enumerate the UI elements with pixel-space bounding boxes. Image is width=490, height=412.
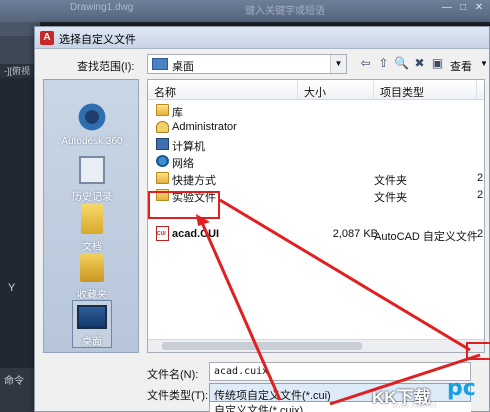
place-label: 历史记录 bbox=[72, 192, 112, 203]
place-label: 文档 bbox=[82, 242, 102, 253]
file-name: 快捷方式 bbox=[172, 175, 216, 187]
favorites-icon bbox=[80, 254, 104, 282]
file-type-dropdown[interactable]: 传统项自定义文件(*.cui) bbox=[209, 383, 471, 402]
file-date: 2 bbox=[477, 172, 484, 184]
back-icon[interactable]: ⇦ bbox=[357, 55, 374, 72]
computer-icon bbox=[156, 138, 169, 150]
file-name: acad.CUI bbox=[172, 228, 220, 240]
app-title-bar: Drawing1.dwg 键入关键字或短语 — □ ✕ bbox=[0, 0, 490, 22]
column-header-date[interactable] bbox=[477, 80, 484, 100]
annotation-corner-box bbox=[466, 342, 490, 360]
place-documents[interactable]: 文档 bbox=[44, 204, 140, 253]
file-type: AutoCAD 自定义文件 bbox=[374, 231, 478, 243]
place-history[interactable]: 历史记录 bbox=[44, 156, 140, 203]
place-desktop[interactable]: 桌面 bbox=[72, 300, 112, 348]
cui-file-icon bbox=[156, 226, 169, 241]
network-icon bbox=[156, 155, 169, 167]
dialog-title-bar: A 选择自定义文件 bbox=[35, 27, 489, 49]
file-row-acad-cui[interactable]: acad.CUI 2,087 KB AutoCAD 自定义文件 2 bbox=[148, 226, 484, 243]
file-name-input[interactable]: acad.cuix bbox=[209, 362, 471, 381]
file-name: Administrator bbox=[172, 121, 237, 133]
dialog-title: 选择自定义文件 bbox=[59, 34, 136, 46]
documents-icon bbox=[81, 204, 103, 234]
maximize-icon[interactable]: □ bbox=[456, 2, 470, 14]
file-date: 2 bbox=[477, 189, 484, 201]
up-folder-icon[interactable]: ⇧ bbox=[375, 55, 392, 72]
scrollbar-thumb[interactable] bbox=[162, 342, 362, 350]
column-header-size[interactable]: 大小 bbox=[298, 80, 374, 100]
search-web-icon[interactable]: 🔍 bbox=[393, 55, 410, 72]
place-label: 收藏夹 bbox=[77, 290, 107, 301]
delete-icon[interactable]: ✖ bbox=[411, 55, 428, 72]
file-type-label: 文件类型(T): bbox=[147, 390, 209, 402]
look-in-value: 桌面 bbox=[172, 61, 194, 73]
desktop-folder-icon bbox=[152, 58, 168, 70]
places-bar: Autodesk 360 历史记录 文档 收藏夹 桌面 bbox=[43, 79, 139, 353]
history-icon bbox=[79, 156, 105, 184]
file-date: 2 bbox=[477, 228, 484, 240]
file-row-library[interactable]: 库 bbox=[148, 102, 484, 119]
close-icon[interactable]: ✕ bbox=[472, 2, 486, 14]
select-custom-file-dialog: A 选择自定义文件 查找范围(I): 桌面 ▼ ⇦ ⇧ 🔍 ✖ ▣ 查看 ▼ A… bbox=[34, 26, 490, 412]
place-autodesk-360[interactable]: Autodesk 360 bbox=[44, 102, 140, 147]
file-row-network[interactable]: 网络 bbox=[148, 153, 484, 170]
y-axis-label: Y bbox=[8, 282, 16, 294]
cloud-icon bbox=[75, 102, 109, 132]
column-header-type[interactable]: 项目类型 bbox=[374, 80, 477, 100]
annotation-highlight-box bbox=[148, 191, 220, 219]
file-name: 库 bbox=[172, 107, 183, 119]
watermark-url: www.kkx.net bbox=[392, 401, 437, 410]
new-folder-icon[interactable]: ▣ bbox=[429, 55, 446, 72]
app-title: Drawing1.dwg bbox=[70, 2, 134, 13]
chevron-down-icon[interactable]: ▼ bbox=[330, 55, 346, 73]
file-type: 文件夹 bbox=[374, 175, 407, 187]
file-row-administrator[interactable]: Administrator bbox=[148, 119, 484, 136]
horizontal-scrollbar[interactable] bbox=[148, 339, 484, 352]
place-label: 桌面 bbox=[82, 337, 102, 348]
look-in-dropdown[interactable]: 桌面 ▼ bbox=[147, 54, 347, 74]
place-label: Autodesk 360 bbox=[61, 136, 123, 147]
desktop-icon bbox=[77, 305, 107, 329]
minimize-icon[interactable]: — bbox=[440, 2, 454, 14]
autocad-icon: A bbox=[40, 31, 54, 45]
column-header-name[interactable]: 名称 bbox=[148, 80, 298, 100]
command-label: 命令 bbox=[4, 376, 24, 387]
folder-icon bbox=[156, 172, 169, 184]
file-type: 文件夹 bbox=[374, 192, 407, 204]
user-folder-icon bbox=[156, 121, 169, 133]
view-chevron-down-icon[interactable]: ▼ bbox=[480, 59, 488, 68]
file-row-shortcuts[interactable]: 快捷方式 文件夹 2 bbox=[148, 170, 484, 187]
place-favorites[interactable]: 收藏夹 bbox=[44, 254, 140, 301]
file-name-label: 文件名(N): bbox=[147, 369, 199, 381]
library-folder-icon bbox=[156, 104, 169, 116]
file-row-computer[interactable]: 计算机 bbox=[148, 136, 484, 153]
app-search-hint: 键入关键字或短语 bbox=[245, 6, 325, 17]
look-in-label: 查找范围(I): bbox=[77, 61, 135, 73]
file-size: 2,087 KB bbox=[332, 228, 378, 240]
view-menu[interactable]: 查看 bbox=[450, 58, 472, 74]
file-name: 网络 bbox=[172, 158, 194, 170]
watermark-logo: pc bbox=[447, 376, 476, 401]
file-name: 计算机 bbox=[172, 141, 205, 153]
